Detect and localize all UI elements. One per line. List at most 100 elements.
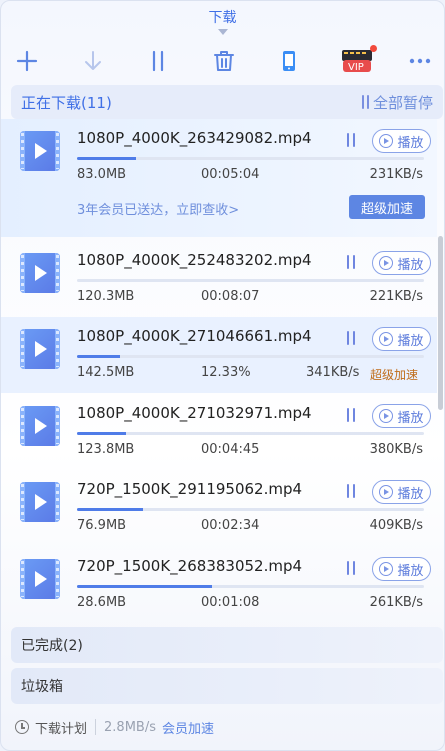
play-button[interactable]: 播放: [372, 327, 431, 351]
remaining-time: 00:02:34: [201, 518, 260, 533]
footer-bar: 下载计划 2.8MB/s 会员加速: [15, 717, 214, 737]
trash-icon: [214, 51, 234, 71]
play-label: 播放: [397, 410, 424, 426]
downloading-section-header[interactable]: 正在下载(11) 全部暂停: [11, 85, 443, 119]
file-name: 1080P_4000K_252483202.mp4: [77, 251, 312, 269]
play-circle-icon: [379, 256, 394, 270]
vip-speedup-link[interactable]: 会员加速: [162, 718, 214, 737]
pause-all-label: 全部暂停: [372, 93, 433, 112]
vip-notification-dot: [370, 45, 377, 52]
list-item[interactable]: 1080P_4000K_271032971.mp4 播放 123.8MB 00:…: [1, 394, 437, 470]
play-label: 播放: [397, 257, 424, 273]
progress-bar: [77, 508, 424, 511]
video-thumbnail-icon: [20, 559, 60, 599]
plus-icon: [16, 50, 38, 72]
list-item[interactable]: 1080P_4000K_263429082.mp4 播放 83.0MB 00:0…: [1, 119, 437, 237]
list-item[interactable]: 1080P_4000K_252483202.mp4 播放 120.3MB 00:…: [1, 241, 437, 317]
file-size: 28.6MB: [77, 595, 127, 610]
pause-icon: [361, 95, 369, 109]
item-pause-button[interactable]: [347, 408, 361, 424]
download-plan-link[interactable]: 下载计划: [35, 718, 87, 737]
video-thumbnail-icon: [20, 329, 60, 369]
file-name: 1080P_4000K_271032971.mp4: [77, 404, 312, 422]
play-button[interactable]: 播放: [372, 480, 431, 504]
item-pause-button[interactable]: [347, 255, 361, 271]
progress-fill: [77, 585, 213, 588]
remaining-time: 00:01:08: [201, 595, 260, 610]
phone-transfer-button[interactable]: [273, 45, 305, 77]
progress-percent: 12.33%: [201, 365, 251, 380]
progress-bar: [77, 585, 424, 588]
list-scrollbar[interactable]: [438, 236, 443, 410]
play-label: 播放: [397, 135, 424, 151]
download-speed: 231KB/s: [369, 167, 423, 182]
progress-bar: [77, 157, 424, 160]
download-speed: 341KB/s: [306, 365, 360, 380]
total-speed: 2.8MB/s: [104, 719, 156, 735]
video-thumbnail-icon: [20, 406, 60, 446]
file-size: 123.8MB: [77, 442, 135, 457]
progress-fill: [77, 508, 143, 511]
more-dots-icon: [409, 58, 431, 64]
divider: [95, 719, 97, 735]
super-speedup-link[interactable]: 超级加速: [370, 366, 418, 383]
collapse-caret-icon[interactable]: [217, 29, 228, 35]
pause-all-button[interactable]: 全部暂停: [361, 92, 433, 113]
list-item[interactable]: 720P_1500K_291195062.mp4 播放 76.9MB 00:02…: [1, 470, 437, 546]
downloading-title: 正在下载(11): [21, 93, 112, 112]
clock-icon: [15, 720, 29, 734]
more-button[interactable]: [404, 45, 436, 77]
download-speed: 221KB/s: [369, 289, 423, 304]
download-panel: 下载 VIP 正在下载(11) 全部暂停 1080P_4000K_2634290…: [0, 0, 445, 751]
add-download-button[interactable]: [11, 45, 43, 77]
file-name: 720P_1500K_268383052.mp4: [77, 557, 303, 575]
delete-button[interactable]: [208, 45, 240, 77]
file-size: 76.9MB: [77, 518, 127, 533]
header: 下载: [1, 7, 444, 35]
remaining-time: 00:04:45: [201, 442, 260, 457]
arrow-down-icon: [85, 51, 101, 70]
play-button[interactable]: 播放: [372, 404, 431, 428]
vip-button[interactable]: VIP: [337, 45, 377, 77]
file-size: 142.5MB: [77, 365, 135, 380]
remaining-time: 00:08:07: [201, 289, 260, 304]
file-size: 120.3MB: [77, 289, 135, 304]
play-button[interactable]: 播放: [372, 129, 431, 153]
item-pause-button[interactable]: [347, 133, 361, 149]
list-item[interactable]: 1080P_4000K_271046661.mp4 播放 142.5MB 12.…: [1, 317, 437, 393]
vip-promo-link[interactable]: 3年会员已送达，立即查收>: [77, 199, 239, 218]
play-button[interactable]: 播放: [372, 251, 431, 275]
file-name: 720P_1500K_291195062.mp4: [77, 480, 303, 498]
vip-label: VIP: [348, 62, 364, 73]
play-label: 播放: [397, 333, 424, 349]
download-speed: 261KB/s: [369, 595, 423, 610]
video-thumbnail-icon: [20, 482, 60, 522]
item-pause-button[interactable]: [347, 331, 361, 347]
panel-title: 下载: [208, 10, 237, 26]
play-circle-icon: [379, 134, 394, 148]
file-size: 83.0MB: [77, 167, 127, 182]
toolbar: VIP: [1, 45, 444, 81]
completed-group[interactable]: 已完成(2): [11, 627, 443, 663]
progress-bar: [77, 279, 424, 282]
play-label: 播放: [397, 486, 424, 502]
file-name: 1080P_4000K_263429082.mp4: [77, 129, 312, 147]
play-button[interactable]: 播放: [372, 557, 431, 581]
play-circle-icon: [379, 562, 394, 576]
progress-fill: [77, 355, 120, 358]
file-name: 1080P_4000K_271046661.mp4: [77, 327, 312, 345]
trash-group[interactable]: 垃圾箱: [11, 668, 443, 704]
download-speed: 380KB/s: [369, 442, 423, 457]
super-speedup-button[interactable]: 超级加速: [349, 195, 425, 219]
pause-button[interactable]: [142, 45, 174, 77]
progress-fill: [77, 157, 136, 160]
play-circle-icon: [379, 332, 394, 346]
list-item[interactable]: 720P_1500K_268383052.mp4 播放 28.6MB 00:01…: [1, 547, 437, 623]
play-label: 播放: [397, 563, 424, 579]
start-all-button[interactable]: [77, 45, 109, 77]
video-thumbnail-icon: [20, 253, 60, 293]
item-pause-button[interactable]: [347, 561, 361, 577]
play-circle-icon: [379, 485, 394, 499]
item-pause-button[interactable]: [347, 484, 361, 500]
progress-fill: [77, 432, 126, 435]
